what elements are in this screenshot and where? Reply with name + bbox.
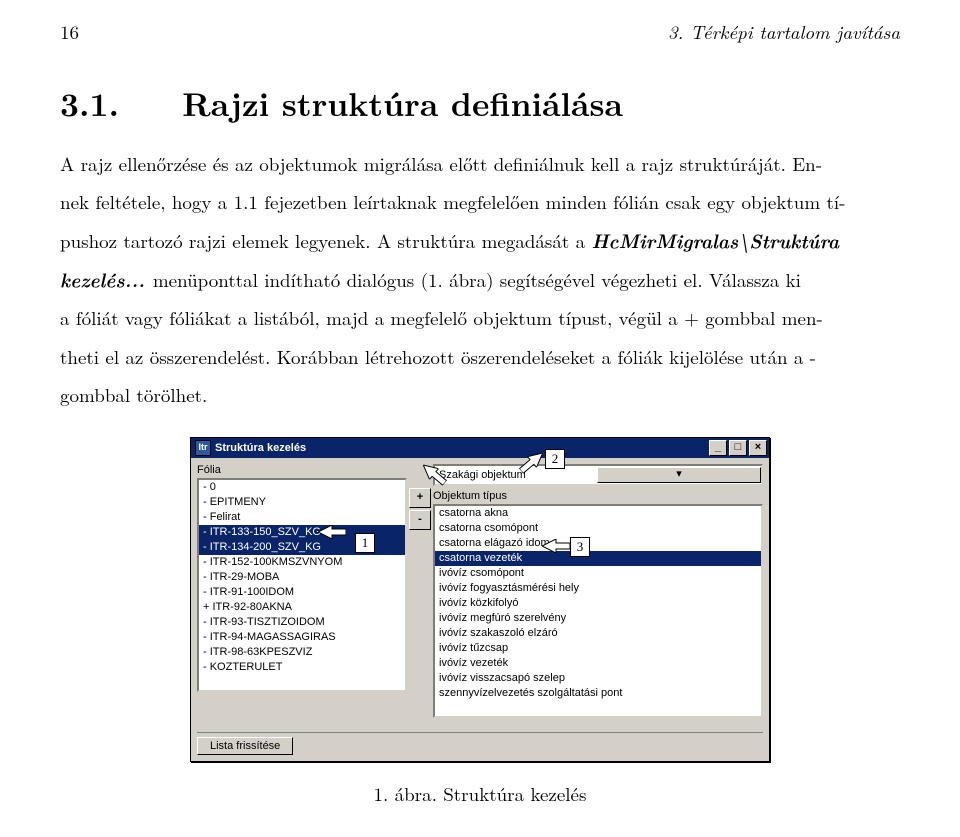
list-item[interactable]: + ITR-92-80AKNA (199, 600, 405, 615)
object-panel: Szakági objektum ▾ Objektum típus csator… (433, 464, 763, 718)
chevron-down-icon[interactable]: ▾ (597, 467, 761, 483)
paragraph-line: a fóliát vagy fóliákat a listából, majd … (60, 304, 900, 332)
list-item[interactable]: ivóvíz vezeték (435, 656, 761, 671)
list-item[interactable]: - KOZTERULET (199, 660, 405, 675)
list-item[interactable]: csatorna csomópont (435, 521, 761, 536)
list-item[interactable]: - ITR-98-63KPESZVIZ (199, 645, 405, 660)
callout-1: 1 (355, 533, 375, 553)
callout-3: 3 (570, 537, 590, 557)
list-item[interactable]: ivóvíz csomópont (435, 566, 761, 581)
list-item[interactable]: csatorna elágazó idom (435, 536, 761, 551)
combo-label: Szakági objektum (435, 469, 597, 481)
titlebar[interactable]: Itr Struktúra kezelés _ □ × (191, 438, 769, 458)
paragraph-line: theti el az összerendelést. Korábban lét… (60, 343, 900, 371)
list-item[interactable]: - ITR-152-100KMSZVNYOM (199, 555, 405, 570)
figure-dialog-screenshot: Itr Struktúra kezelés _ □ × Fólia - 0- E… (190, 437, 770, 762)
list-item[interactable]: csatorna akna (435, 506, 761, 521)
list-item[interactable]: ivóvíz fogyasztásmérési hely (435, 581, 761, 596)
list-item[interactable]: ivóvíz közkifolyó (435, 596, 761, 611)
objtype-listbox[interactable]: csatorna aknacsatorna csomópontcsatorna … (433, 504, 763, 718)
list-item[interactable]: ivóvíz visszacsapó szelep (435, 671, 761, 686)
close-button[interactable]: × (749, 440, 767, 456)
page-number: 16 (60, 18, 79, 45)
folia-label: Fólia (197, 464, 407, 476)
page: 16 3. Térképi tartalom javítása 3.1. Raj… (0, 0, 960, 837)
middle-buttons: + - (407, 464, 433, 718)
menu-path: HcMirMigralas\Struktúra (591, 226, 839, 254)
szakagi-combo[interactable]: Szakági objektum ▾ (433, 464, 763, 486)
list-item[interactable]: - EPITMENY (199, 495, 405, 510)
system-menu-icon[interactable]: Itr (195, 440, 211, 456)
list-item[interactable]: ivóvíz tűzcsap (435, 641, 761, 656)
paragraph-line: kezelés... menüponttal indítható dialógu… (60, 265, 900, 294)
running-head: 16 3. Térképi tartalom javítása (60, 18, 900, 45)
paragraph-line: gombbal törölhet. (60, 381, 900, 409)
paragraph-line: nek feltétele, hogy a 1.1 fejezetben leí… (60, 188, 900, 216)
section-heading: 3.1. Rajzi struktúra definiálása (60, 79, 900, 126)
list-item[interactable]: ivóvíz megfúró szerelvény (435, 611, 761, 626)
folia-panel: Fólia - 0- EPITMENY- Felirat- ITR-133-15… (197, 464, 407, 718)
list-item[interactable]: - ITR-94-MAGASSAGIRAS (199, 630, 405, 645)
section-number: 3.1. (60, 79, 119, 126)
minimize-button[interactable]: _ (709, 440, 727, 456)
add-button[interactable]: + (409, 488, 431, 508)
list-item[interactable]: - ITR-29-MOBA (199, 570, 405, 585)
menu-path: kezelés... (60, 265, 153, 293)
callout-2: 2 (545, 449, 565, 469)
dialog-window: Itr Struktúra kezelés _ □ × Fólia - 0- E… (190, 437, 770, 762)
list-item[interactable]: ivóvíz szakaszoló elzáró (435, 626, 761, 641)
list-item[interactable]: csatorna vezeték (435, 551, 761, 566)
paragraph-line: A rajz ellenőrzése és az objektumok migr… (60, 150, 900, 178)
refresh-list-button[interactable]: Lista frissítése (197, 737, 293, 755)
remove-button[interactable]: - (409, 510, 431, 530)
figure-caption: 1. ábra. Struktúra kezelés (60, 780, 900, 807)
maximize-button[interactable]: □ (729, 440, 747, 456)
list-item[interactable]: - ITR-93-TISZTIZOIDOM (199, 615, 405, 630)
list-item[interactable]: szennyvízelvezetés szolgáltatási pont (435, 686, 761, 701)
list-item[interactable]: - Felirat (199, 510, 405, 525)
window-title: Struktúra kezelés (215, 442, 306, 454)
objtype-label: Objektum típus (433, 490, 763, 502)
folia-listbox[interactable]: - 0- EPITMENY- Felirat- ITR-133-150_SZV_… (197, 478, 407, 692)
chapter-title: 3. Térképi tartalom javítása (668, 18, 900, 45)
dialog-footer: Lista frissítése (197, 732, 763, 755)
list-item[interactable]: - ITR-91-100IDOM (199, 585, 405, 600)
section-title: Rajzi struktúra definiálása (182, 79, 623, 126)
dialog-body: Fólia - 0- EPITMENY- Felirat- ITR-133-15… (191, 458, 769, 761)
paragraph-line: pushoz tartozó rajzi elemek legyenek. A … (60, 226, 900, 255)
list-item[interactable]: - 0 (199, 480, 405, 495)
